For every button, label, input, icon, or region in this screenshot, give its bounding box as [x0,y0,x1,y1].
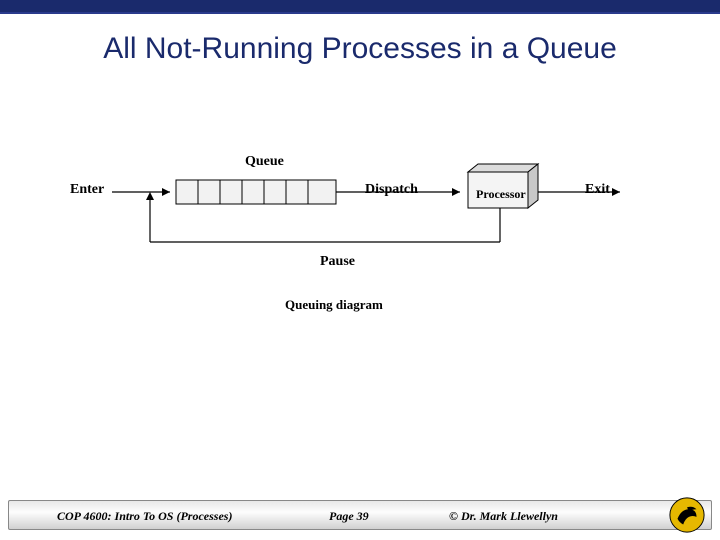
dispatch-label: Dispatch [365,182,418,198]
slide: All Not-Running Processes in a Queue [0,0,720,540]
diagram-caption: Queuing diagram [285,297,383,313]
slide-title: All Not-Running Processes in a Queue [0,32,720,66]
queuing-diagram: Enter Queue Dispatch Processor Exit Paus… [60,142,660,342]
footer-course: COP 4600: Intro To OS (Processes) [57,509,232,524]
queue-label: Queue [245,154,284,170]
exit-label: Exit [585,182,610,198]
footer-copyright: © Dr. Mark Llewellyn [449,509,558,524]
footer-page: Page 39 [329,509,369,524]
processor-label: Processor [476,187,526,202]
diagram-svg [60,142,660,282]
ucf-pegasus-logo-icon [668,496,706,534]
pause-label: Pause [320,254,355,270]
enter-label: Enter [70,182,104,198]
top-accent-bar [0,12,720,14]
footer-bar: COP 4600: Intro To OS (Processes) Page 3… [8,500,712,530]
